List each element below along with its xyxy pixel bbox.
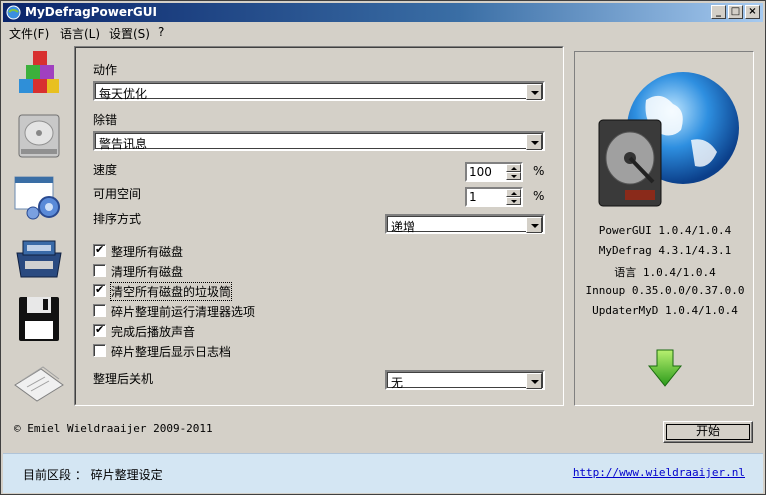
version-innoup: Innoup 0.35.0.0/0.37.0.0 xyxy=(585,284,745,297)
spin-down-icon[interactable] xyxy=(506,172,521,180)
start-button[interactable]: 开始 xyxy=(663,421,753,443)
app-icon xyxy=(6,5,21,20)
chevron-down-icon[interactable] xyxy=(526,217,542,233)
floppy-disk-icon[interactable] xyxy=(11,293,67,345)
menu-language[interactable]: 语言(L) xyxy=(60,25,100,42)
checkbox[interactable] xyxy=(93,243,106,257)
debug-label: 除错 xyxy=(93,113,118,127)
close-button[interactable]: × xyxy=(745,5,760,19)
menu-file[interactable]: 文件(F) xyxy=(9,25,49,42)
menu-bar: 文件(F) 语言(L) 设置(S) ? xyxy=(3,23,763,41)
speed-stepper[interactable]: 100 xyxy=(465,162,523,182)
speed-unit: % xyxy=(533,164,545,178)
title-bar: MyDefragPowerGUI _ □ × xyxy=(3,3,763,22)
checkbox[interactable] xyxy=(93,283,106,297)
spin-down-icon[interactable] xyxy=(506,197,521,205)
current-section-text: 目前区段 ： 碎片整理设定 xyxy=(23,468,163,482)
free-space-unit: % xyxy=(533,189,545,203)
maximize-button[interactable]: □ xyxy=(728,5,743,19)
info-panel: PowerGUI 1.0.4/1.0.4 MyDefrag 4.3.1/4.3.… xyxy=(574,51,754,406)
menu-help[interactable]: ? xyxy=(158,25,164,39)
log-papers-icon[interactable] xyxy=(11,355,67,407)
checkbox[interactable] xyxy=(93,264,106,277)
copyright-text: © Emiel Wieldraaijer 2009-2011 xyxy=(14,422,213,435)
window-title: MyDefragPowerGUI xyxy=(25,5,157,19)
chevron-down-icon[interactable] xyxy=(526,373,542,389)
website-link[interactable]: http://www.wieldraaijer.nl xyxy=(573,466,745,479)
debug-combo[interactable]: 警告讯息 xyxy=(93,131,545,151)
checkbox[interactable] xyxy=(93,304,106,317)
checkbox[interactable] xyxy=(93,344,106,357)
action-combo[interactable]: 每天优化 xyxy=(93,81,545,101)
menu-settings[interactable]: 设置(S) xyxy=(109,25,150,42)
version-language: 语言 1.0.4/1.0.4 xyxy=(614,266,716,279)
minimize-button[interactable]: _ xyxy=(711,5,726,19)
free-space-label: 可用空间 xyxy=(93,187,142,201)
spin-up-icon[interactable] xyxy=(506,189,521,197)
free-space-stepper[interactable]: 1 xyxy=(465,187,523,207)
version-mydefrag: MyDefrag 4.3.1/4.3.1 xyxy=(598,244,732,257)
download-arrow-icon[interactable] xyxy=(647,348,683,388)
chevron-down-icon[interactable] xyxy=(526,134,542,150)
sort-combo[interactable]: 递增 xyxy=(385,214,545,234)
action-label: 动作 xyxy=(93,63,118,77)
sort-label: 排序方式 xyxy=(93,212,142,226)
chevron-down-icon[interactable] xyxy=(526,84,542,100)
hard-drive-icon[interactable] xyxy=(11,109,67,161)
version-updater: UpdaterMyD 1.0.4/1.0.4 xyxy=(592,304,738,317)
status-bar: 目前区段 ： 碎片整理设定 http://www.wieldraaijer.nl xyxy=(3,453,763,493)
version-powergui: PowerGUI 1.0.4/1.0.4 xyxy=(598,224,732,237)
toolbox-icon[interactable] xyxy=(11,231,67,283)
settings-panel: 动作 每天优化 除错 警告讯息 速度 100 % 可用空间 1 % 排序方式 递… xyxy=(74,46,564,406)
globe-harddrive-icon xyxy=(598,72,739,207)
defrag-blocks-icon[interactable] xyxy=(11,49,67,101)
spin-up-icon[interactable] xyxy=(506,164,521,172)
checkbox[interactable] xyxy=(93,323,106,337)
main-window: MyDefragPowerGUI _ □ × 文件(F) 语言(L) 设置(S)… xyxy=(0,0,766,495)
speed-label: 速度 xyxy=(93,163,118,177)
settings-window-icon[interactable] xyxy=(11,171,67,223)
shutdown-combo[interactable]: 无 xyxy=(385,370,545,390)
shutdown-label: 整理后关机 xyxy=(93,372,154,386)
